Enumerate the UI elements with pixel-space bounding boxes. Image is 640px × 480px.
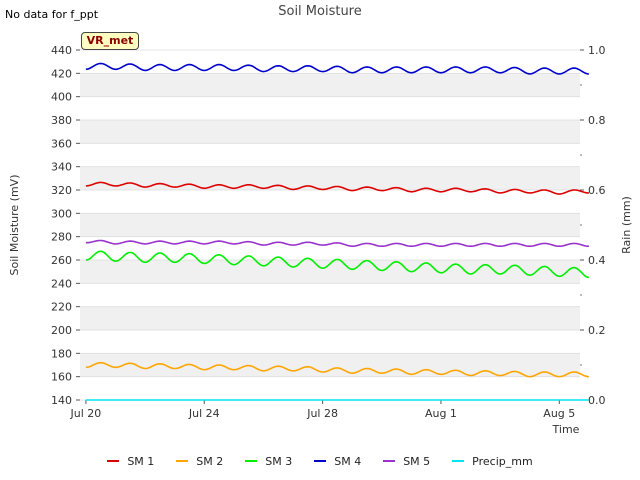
legend-label: SM 5 (403, 454, 431, 468)
y2-tick-label: 1.0 (588, 44, 606, 57)
legend-swatch (245, 460, 258, 462)
legend-item: SM 5 (383, 453, 430, 469)
legend-item: SM 2 (176, 453, 223, 469)
x-tick-label: Aug 5 (543, 407, 575, 420)
grid-band (80, 120, 580, 144)
y2-tick-label: 0.0 (588, 394, 606, 407)
y-tick-label: 240 (51, 277, 72, 290)
legend-label: SM 2 (196, 454, 224, 468)
x-tick-label: Jul 24 (188, 407, 220, 420)
station-badge: VR_met (81, 32, 139, 50)
y-tick-label: 260 (51, 254, 72, 267)
y-axis-label: Soil Moisture (mV) (8, 175, 21, 276)
legend-label: Precip_mm (472, 454, 533, 468)
legend-item: SM 1 (107, 453, 154, 469)
x-tick-label: Jul 20 (70, 407, 102, 420)
legend-label: SM 4 (334, 454, 362, 468)
legend-item: SM 3 (245, 453, 292, 469)
grid-band (80, 213, 580, 237)
y-tick-label: 280 (51, 231, 72, 244)
series-line-sm-5 (85, 239, 589, 247)
x-axis-label: Time (552, 423, 580, 436)
y-tick-label: 440 (51, 44, 72, 57)
x-tick-label: Aug 1 (425, 407, 457, 420)
y-tick-label: 140 (51, 394, 72, 407)
grid-band (80, 306, 580, 330)
legend-label: SM 1 (127, 454, 155, 468)
chart-legend: SM 1 SM 2 SM 3 SM 4 SM 5 Precip_mm (0, 453, 640, 469)
y2-axis-label: Rain (mm) (620, 196, 633, 254)
y-tick-label: 360 (51, 137, 72, 150)
legend-item: SM 4 (314, 453, 361, 469)
legend-swatch (176, 460, 189, 462)
y-tick-label: 180 (51, 347, 72, 360)
legend-swatch (107, 460, 120, 462)
legend-swatch (383, 460, 396, 462)
grid-band (80, 166, 580, 190)
soil-moisture-chart: 140 160 180 200 220 240 260 280 300 320 340 360 380 4… (8, 44, 633, 436)
y2-tick-label: 0.4 (588, 254, 606, 267)
y2-tick-label: 0.8 (588, 114, 606, 127)
y2-tick-label: 0.6 (588, 184, 606, 197)
legend-swatch (452, 460, 465, 462)
series-line-sm-4 (85, 62, 589, 75)
y-tick-label: 320 (51, 184, 72, 197)
x-tick-label: Jul 28 (306, 407, 338, 420)
y-tick-label: 380 (51, 114, 72, 127)
y-tick-label: 400 (51, 91, 72, 104)
grid-band (80, 73, 580, 97)
y-tick-label: 300 (51, 207, 72, 220)
y-tick-label: 220 (51, 301, 72, 314)
legend-item: Precip_mm (452, 453, 533, 469)
y-tick-label: 420 (51, 67, 72, 80)
y-tick-label: 160 (51, 371, 72, 384)
y-tick-label: 340 (51, 161, 72, 174)
legend-label: SM 3 (265, 454, 293, 468)
y2-tick-label: 0.2 (588, 324, 606, 337)
legend-swatch (314, 460, 327, 462)
y-tick-label: 200 (51, 324, 72, 337)
